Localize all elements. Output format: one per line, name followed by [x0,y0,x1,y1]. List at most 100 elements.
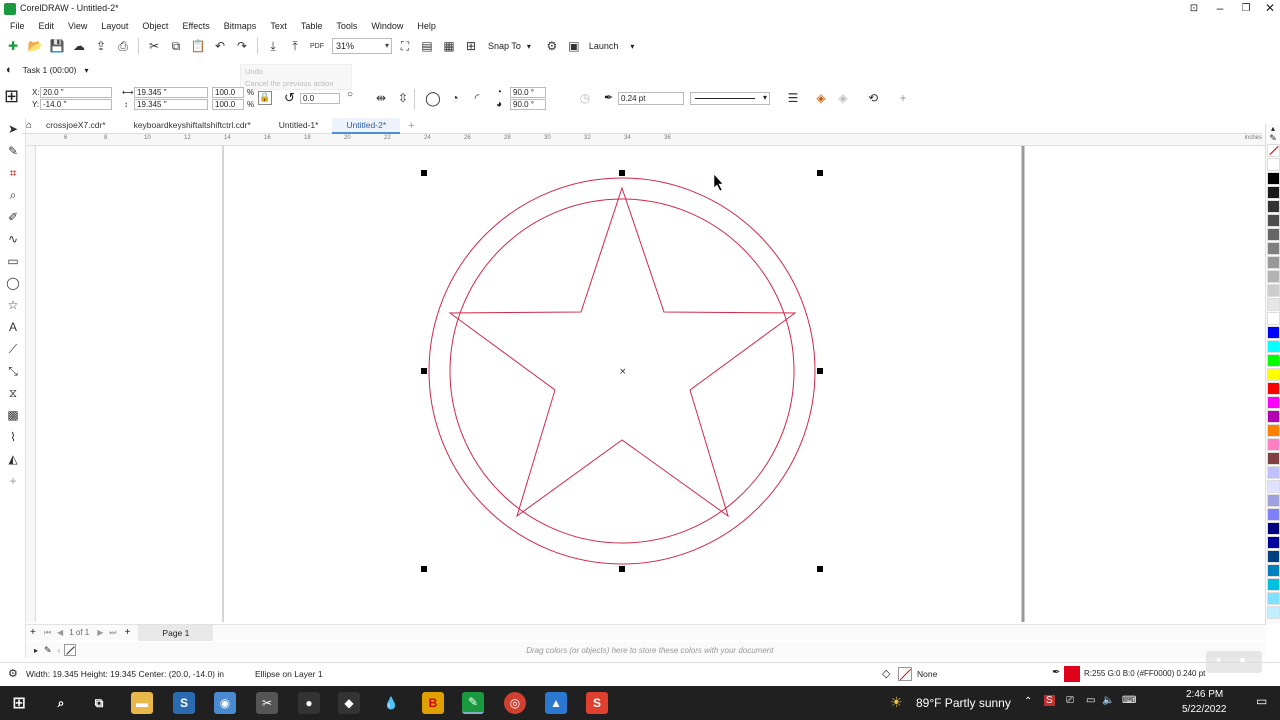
color-swatch[interactable] [1267,200,1280,213]
menu-object[interactable]: Object [142,21,168,31]
weather-text[interactable]: 89°F Partly sunny [916,696,1011,710]
close-button[interactable]: ✕ [1258,0,1280,18]
menu-edit[interactable]: Edit [39,21,55,31]
drawing-canvas[interactable]: × [37,146,1265,622]
snipping-tool-icon[interactable]: ✂ [256,692,278,714]
color-swatch[interactable] [1267,494,1280,507]
color-swatch[interactable] [1267,522,1280,535]
selection-handle[interactable] [817,368,823,374]
clock-time[interactable]: 2:46 PM [1186,689,1223,700]
app-s-blue-icon[interactable]: S [173,692,195,714]
tray-camera-icon[interactable]: ⎚ [1066,695,1074,706]
export-pdf-icon[interactable]: PDF [308,37,326,55]
color-swatch[interactable] [1267,508,1280,521]
tab-keyboardkeyshift[interactable]: keyboardkeyshiftaltshiftctrl.cdr* [120,118,265,134]
color-swatch[interactable] [1267,424,1280,437]
chevron-down-icon[interactable]: ▾ [630,42,634,51]
mirror-horizontal-icon[interactable]: ⇹ [372,89,390,107]
import-icon[interactable]: ⤓ [264,37,282,55]
save-icon[interactable]: 💾 [48,37,66,55]
rectangle-tool-icon[interactable]: ▭ [0,250,26,272]
gear-icon[interactable]: ⚙ [543,37,561,55]
parallel-dimension-icon[interactable]: ⟋ [0,338,26,360]
color-swatch[interactable] [1267,312,1280,325]
menu-text[interactable]: Text [270,21,287,31]
cut-icon[interactable]: ✂ [145,37,163,55]
outline-color-swatch[interactable] [1064,666,1080,682]
task-view-icon[interactable]: ⧉ [88,692,110,714]
selection-handle[interactable] [619,170,625,176]
drop-app-icon[interactable]: 💧 [380,692,402,714]
cloud-upload-icon[interactable]: ⇪ [92,37,110,55]
settings-gear-icon[interactable]: ⚙ [8,667,18,680]
export-icon[interactable]: ⤒ [286,37,304,55]
zoom-tool-icon[interactable]: ⌕ [0,184,26,206]
menu-tools[interactable]: Tools [336,21,357,31]
pie-icon[interactable]: ◔ [446,89,464,107]
polygon-tool-icon[interactable]: ☆ [0,294,26,316]
end-angle-field[interactable]: 90.0 ° [510,99,546,110]
color-swatch[interactable] [1267,228,1280,241]
selection-handle[interactable] [421,566,427,572]
chevron-down-icon[interactable]: ▾ [527,42,531,51]
selection-handle[interactable] [421,368,427,374]
arc-icon[interactable]: ◜ [468,89,486,107]
tab-untitled-2[interactable]: Untitled-2* [332,117,401,134]
open-folder-icon[interactable]: 📂 [26,37,44,55]
print-icon[interactable]: ⎙ [114,37,132,55]
color-swatch[interactable] [1267,298,1280,311]
menu-effects[interactable]: Effects [182,21,209,31]
add-tab-icon[interactable]: + [408,120,414,132]
color-swatch[interactable] [1267,466,1280,479]
show-hidden-icons[interactable]: ⌃ [1024,696,1032,707]
menu-window[interactable]: Window [371,21,403,31]
chrome-icon[interactable]: ◎ [504,692,526,714]
camera-app-icon[interactable]: ● [298,692,320,714]
menu-layout[interactable]: Layout [101,21,128,31]
color-swatch[interactable] [1267,396,1280,409]
clock-date[interactable]: 5/22/2022 [1182,704,1227,715]
color-swatch[interactable] [1267,186,1280,199]
color-swatch[interactable] [1267,536,1280,549]
app-s-red-icon[interactable]: S [586,692,608,714]
menu-table[interactable]: Table [301,21,323,31]
launch-icon[interactable]: ▣ [565,37,583,55]
order-back-icon[interactable]: ◈ [834,89,852,107]
paste-icon[interactable]: 📋 [189,37,207,55]
text-tool-icon[interactable]: A [0,316,26,338]
color-swatch[interactable] [1267,270,1280,283]
vertical-ruler[interactable] [26,146,36,622]
no-color-swatch[interactable] [1267,144,1280,157]
height-field[interactable]: 19.345 " [134,99,208,110]
start-angle-field[interactable]: 90.0 ° [510,87,546,98]
interactive-fill-icon[interactable]: ◭ [0,448,26,470]
eyedropper-tool-icon[interactable]: ⌇ [0,426,26,448]
lock-ratio-icon[interactable]: 🔒 [258,91,272,105]
color-swatch[interactable] [1267,452,1280,465]
color-swatch[interactable] [1267,340,1280,353]
ellipse-icon[interactable]: ◯ [424,89,442,107]
color-swatch[interactable] [1267,578,1280,591]
transparency-tool-icon[interactable]: ▩ [0,404,26,426]
account-icon[interactable]: ⊡ [1182,0,1206,18]
selection-handle[interactable] [421,170,427,176]
palette-scroll-up-icon[interactable]: ▴ [1266,124,1280,133]
palette-app-icon[interactable]: ◉ [214,692,236,714]
color-swatch[interactable] [1267,256,1280,269]
cloud-icon[interactable]: ☁ [70,37,88,55]
shape-tool-icon[interactable]: ✎ [0,140,26,162]
next-page-icon[interactable]: ▶ [97,628,103,637]
task-label[interactable]: Task 1 (00:00) [23,65,77,75]
coreldraw-taskbar-icon[interactable]: ✎ [462,692,484,714]
color-swatch[interactable] [1267,172,1280,185]
y-position-field[interactable]: -14.0 " [40,99,112,110]
app-b-icon[interactable]: B [422,692,444,714]
snap-to-dropdown[interactable]: Snap To [488,41,521,51]
horizontal-ruler[interactable]: 6 8 10 12 14 16 18 20 22 24 26 28 30 32 34 36 inches [26,134,1266,146]
tray-s-icon[interactable]: S [1044,695,1055,706]
network-icon[interactable]: ▭ [1086,695,1095,706]
artistic-media-icon[interactable]: ∿ [0,228,26,250]
text-wrap-icon[interactable]: ☰ [784,89,802,107]
change-direction-icon[interactable]: ◷ [576,89,594,107]
volume-icon[interactable]: 🔈 [1102,695,1114,706]
